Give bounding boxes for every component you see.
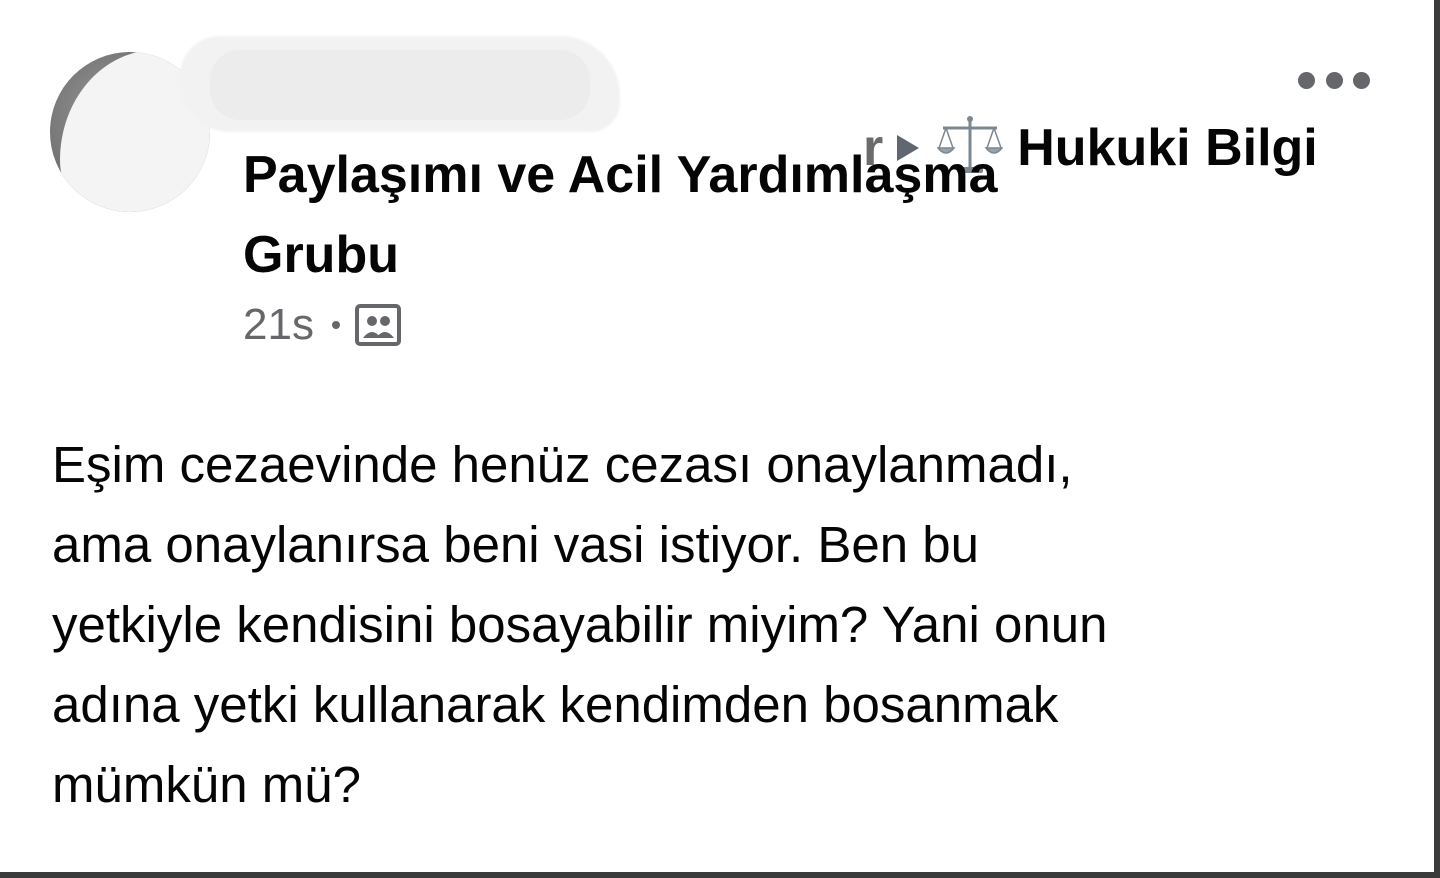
group-name-line-2[interactable]: Paylaşımı ve Acil Yardımlaşma xyxy=(243,139,997,212)
group-name-line-3[interactable]: Grubu xyxy=(243,219,399,292)
group-privacy-icon[interactable] xyxy=(354,301,402,349)
post-body-line: Eşim cezaevinde henüz cezası onaylanmadı… xyxy=(52,436,1073,493)
post-body-line: mümkün mü? xyxy=(52,756,361,813)
group-name[interactable]: Hukuki Bilgi xyxy=(1017,119,1317,177)
more-options-button[interactable] xyxy=(1298,64,1370,96)
timestamp[interactable]: 21s xyxy=(243,300,314,350)
author-name-redaction-inner xyxy=(210,50,590,120)
post-body-line: adına yetki kullanarak kendimden bosanma… xyxy=(52,676,1059,733)
separator-dot xyxy=(331,321,340,329)
more-dot xyxy=(1353,71,1370,89)
post-body: Eşim cezaevinde henüz cezası onaylanmadı… xyxy=(52,425,1392,825)
more-dot xyxy=(1325,71,1343,89)
post-body-line: ama onaylanırsa beni vasi istiyor. Ben b… xyxy=(52,516,980,573)
post-meta: 21s xyxy=(243,300,402,350)
post-card: r Hukuki Bilgi Paylaşımı ve Acil Yardıml… xyxy=(0,0,1440,878)
more-dot xyxy=(1298,71,1315,89)
post-body-line: yetkiyle kendisini bosayabilir miyim? Ya… xyxy=(52,596,1108,653)
